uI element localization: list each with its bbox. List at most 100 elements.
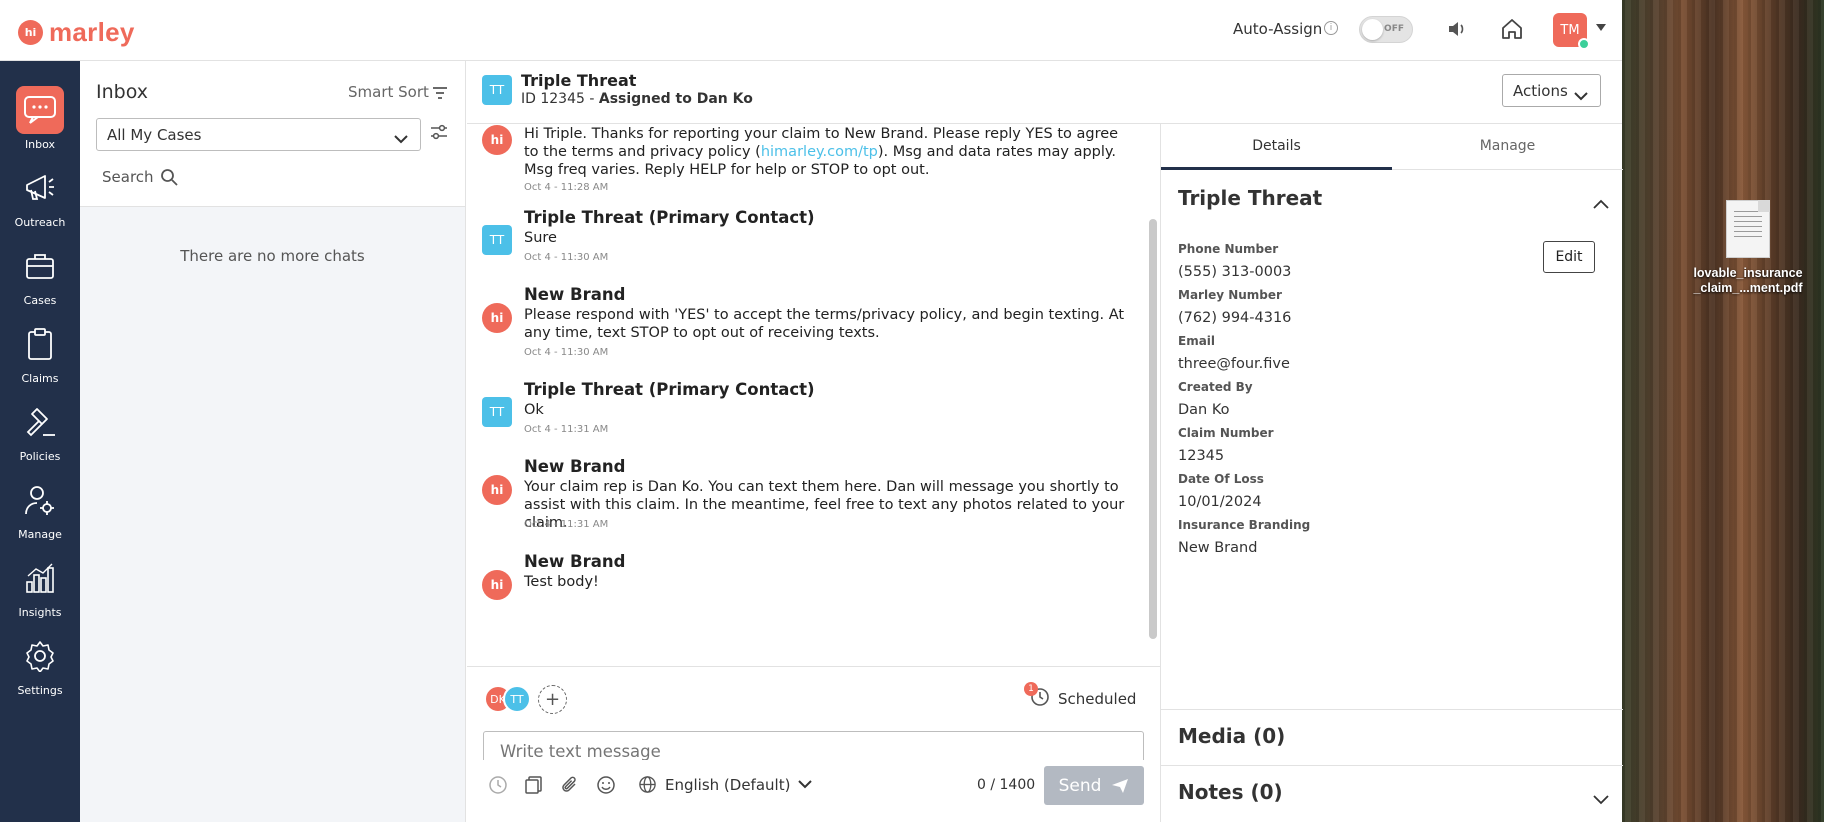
assigned-to: Assigned to Dan Ko	[598, 91, 753, 107]
actions-button[interactable]: Actions	[1502, 74, 1601, 107]
gear-icon	[16, 632, 64, 680]
nav-label-cases: Cases	[23, 294, 57, 307]
user-avatar[interactable]: TM	[1553, 13, 1590, 50]
message-sender: New Brand	[524, 552, 626, 571]
message-body: Sure	[524, 230, 557, 246]
media-section[interactable]: Media (0)	[1161, 709, 1623, 765]
scheduled-button[interactable]: Scheduled	[1058, 690, 1136, 708]
nav-item-policies[interactable]: Policies	[0, 398, 80, 476]
claim-number-value: 12345	[1178, 448, 1225, 464]
terms-link[interactable]: himarley.com/tp	[761, 144, 878, 160]
insurance-branding-value: New Brand	[1178, 540, 1258, 556]
edit-button[interactable]: Edit	[1543, 241, 1595, 273]
message-time: Oct 4 - 11:31 AM	[524, 424, 609, 435]
message-body: Hi Triple. Thanks for reporting your cla…	[524, 126, 1119, 178]
emoji-icon[interactable]	[596, 775, 616, 799]
contact-badge: TT	[482, 75, 512, 105]
desktop-file-pdf[interactable]: lovable_insurance _claim_...ment.pdf	[1688, 200, 1808, 296]
language-select[interactable]: English (Default)	[638, 775, 813, 794]
speaker-icon[interactable]	[1447, 20, 1467, 42]
home-icon[interactable]	[1500, 17, 1524, 45]
search-icon[interactable]	[160, 168, 178, 190]
nav-label-settings: Settings	[17, 684, 63, 697]
filter-sliders-icon[interactable]	[430, 124, 448, 144]
online-status-dot	[1578, 38, 1590, 50]
info-icon[interactable]: i	[1324, 21, 1338, 35]
user-initials: TM	[1560, 22, 1580, 38]
left-nav: Inbox Outreach Cases Claims Policies Man…	[0, 61, 80, 822]
case-filter-select[interactable]: All My Cases	[96, 118, 421, 151]
nav-item-manage[interactable]: Manage	[0, 476, 80, 554]
message-time: Oct 4 - 11:31 AM	[524, 519, 609, 530]
message-body: Test body!	[524, 574, 599, 590]
marley-logo[interactable]: hi marley	[18, 17, 135, 48]
sort-lines-icon[interactable]	[432, 85, 448, 104]
field-label: Phone Number	[1178, 242, 1279, 256]
notes-section[interactable]: Notes (0)	[1161, 765, 1623, 821]
toggle-knob	[1362, 19, 1383, 40]
user-gear-icon	[16, 476, 64, 524]
inbox-title: Inbox	[96, 81, 148, 103]
marley-app-window: hi marley Auto-Assign i OFF TM Inbox Out…	[0, 0, 1623, 822]
toggle-state-label: OFF	[1384, 24, 1404, 34]
tab-manage[interactable]: Manage	[1392, 138, 1623, 154]
nav-item-claims[interactable]: Claims	[0, 320, 80, 398]
nav-item-settings[interactable]: Settings	[0, 632, 80, 710]
nav-label-claims: Claims	[21, 372, 59, 385]
marley-number-value: (762) 994-4316	[1178, 310, 1292, 326]
chevron-up-icon[interactable]	[1593, 194, 1609, 213]
details-tabs: Details Manage	[1161, 124, 1623, 170]
smart-sort-button[interactable]: Smart Sort	[348, 83, 429, 101]
search-label[interactable]: Search	[102, 168, 154, 186]
active-tab-indicator	[1161, 167, 1392, 170]
notes-title: Notes (0)	[1178, 780, 1283, 804]
conversation-header: TT Triple Threat ID 12345 - Assigned to …	[467, 61, 1622, 124]
brand-avatar: hi	[482, 570, 512, 600]
send-label: Send	[1058, 775, 1102, 796]
desktop-background	[1622, 0, 1824, 822]
nav-item-insights[interactable]: Insights	[0, 554, 80, 632]
participant-avatar[interactable]: TT	[503, 685, 531, 713]
nav-item-outreach[interactable]: Outreach	[0, 164, 80, 242]
tab-details[interactable]: Details	[1161, 138, 1392, 154]
case-filter-value: All My Cases	[107, 126, 202, 144]
message-body: Please respond with 'YES' to accept the …	[524, 307, 1125, 341]
message-sender: New Brand	[524, 285, 626, 304]
schedule-clock-icon[interactable]	[488, 775, 508, 799]
templates-icon[interactable]	[524, 775, 544, 799]
chevron-down-icon	[1593, 790, 1609, 809]
composer-toolbar: English (Default) 0 / 1400 Send	[467, 760, 1160, 822]
contact-avatar: TT	[482, 225, 512, 255]
top-bar: hi marley Auto-Assign i OFF TM	[0, 0, 1622, 61]
message-thread: hi Hi Triple. Thanks for reporting your …	[467, 124, 1160, 667]
nav-label-inbox: Inbox	[24, 138, 56, 151]
email-value: three@four.five	[1178, 356, 1290, 372]
message-time: Oct 4 - 11:28 AM	[524, 182, 609, 193]
paper-plane-icon	[1112, 778, 1129, 793]
brand-avatar: hi	[482, 303, 512, 333]
briefcase-icon	[16, 242, 64, 290]
inbox-panel: Inbox Smart Sort All My Cases Search The…	[80, 61, 466, 822]
thread-scrollbar[interactable]	[1149, 219, 1157, 639]
nav-label-policies: Policies	[19, 450, 61, 463]
attachment-icon[interactable]	[560, 775, 580, 799]
actions-label: Actions	[1513, 82, 1568, 100]
send-button[interactable]: Send	[1044, 766, 1144, 805]
empty-chats-text: There are no more chats	[180, 247, 365, 265]
case-id: ID 12345 -	[521, 91, 599, 107]
nav-item-inbox[interactable]: Inbox	[0, 86, 80, 164]
message-sender: Triple Threat (Primary Contact)	[524, 208, 815, 227]
bar-chart-icon	[16, 554, 64, 602]
nav-label-manage: Manage	[18, 528, 62, 541]
brand-avatar: hi	[482, 125, 512, 155]
logo-text: marley	[49, 17, 135, 47]
language-value: English (Default)	[665, 775, 791, 794]
chevron-down-icon	[394, 130, 408, 148]
auto-assign-toggle[interactable]: OFF	[1359, 16, 1413, 43]
chevron-down-icon	[1574, 87, 1588, 105]
user-menu-caret-icon[interactable]	[1596, 24, 1606, 31]
add-participant-icon[interactable]: +	[538, 685, 567, 714]
brand-avatar: hi	[482, 475, 512, 505]
globe-icon	[639, 776, 656, 793]
nav-item-cases[interactable]: Cases	[0, 242, 80, 320]
